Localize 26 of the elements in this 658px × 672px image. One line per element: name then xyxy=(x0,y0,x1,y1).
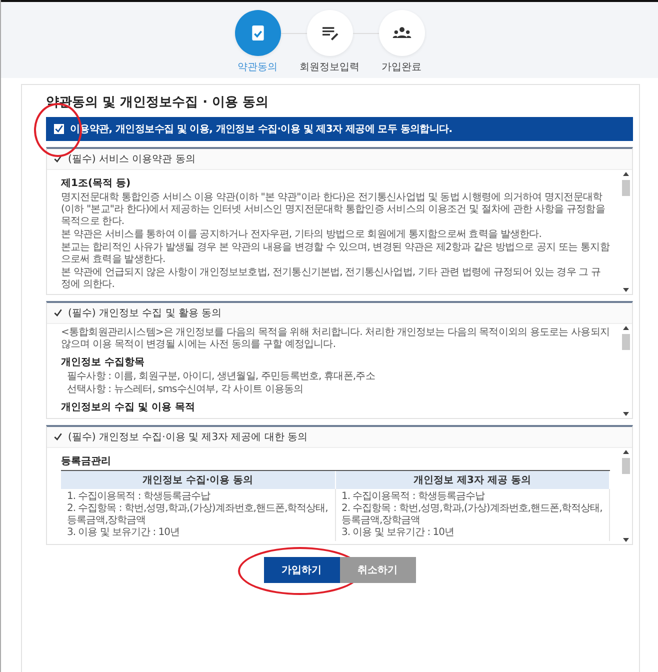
join-button[interactable]: 가입하기 xyxy=(264,557,340,583)
terms-item: 필수사항 : 이름, 회원구분, 아이디, 생년월일, 주민등록번호, 휴대폰,주소 xyxy=(66,371,376,383)
terms-item: 선택사항 : 뉴스레터, sms수신여부, 각 사이트 이용동의 xyxy=(66,384,304,396)
terms-paragraph: 본 약관은 서비스를 통하여 이를 공지하거나 전자우편, 기타의 방법으로 회원에게 통지함으로써 효력을 발생한다. xyxy=(61,229,543,241)
section-heading: 등록금관리 xyxy=(61,455,112,468)
step-label: 가입완료 xyxy=(382,61,422,74)
terms-paragraph: 본 약관에 언급되지 않은 사항이 개인정보보호법, 전기통신기본법, 전기통신사업법, 기타 관련 법령에 규정되어 있는 경우 그 규정에 의한다. xyxy=(61,267,602,291)
terms-paragraph: <통합회원관리시스템>은 개인정보를 다음의 목적을 위해 처리합니다. 처리한 개인정보는 다음의 목적이외의 용도로는 사용되지 않으며 이용 목적이 변경될 시에는 사전 동의를 구할 예정입니다. xyxy=(61,327,610,351)
cell-text: 1. 수집이용목적 : 학생등록금수납 xyxy=(342,491,486,503)
section-heading: 개인정보 수집항목 xyxy=(61,356,146,369)
step-label: 약관동의 xyxy=(238,61,278,74)
cell-text: 2. 수집항목 : 학번,성명,학과,(가상)계좌번호,핸드폰,학적상태,등록금액,장학금액 xyxy=(67,503,328,527)
section-label: (필수) 개인정보 수집 및 활용 동의 xyxy=(68,307,222,320)
section-label: (필수) 서비스 이용약관 동의 xyxy=(68,153,196,166)
table-header-cell: 개인정보 제3자 제공 동의 xyxy=(336,471,610,489)
terms-paragraph: 본교는 합리적인 사유가 발생될 경우 본 약관의 내용을 변경할 수 있으며, 변경된 약관은 제2항과 같은 방법으로 공지 또는 통지함으로써 효력을 발생한다. xyxy=(61,242,610,266)
section-label: (필수) 개인정보 수집·이용 및 제3자 제공에 대한 동의 xyxy=(68,431,308,444)
cell-text: 3. 이용 및 보유기간 : 10년 xyxy=(342,527,456,539)
section-heading: 제1조(목적 등) xyxy=(61,177,132,190)
cell-text: 3. 이용 및 보유기간 : 10년 xyxy=(67,527,181,539)
cell-text: 2. 수집항목 : 학번,성명,학과,(가상)계좌번호,핸드폰,학적상태,등록금액,장학금액 xyxy=(342,503,603,527)
cell-text: 1. 수집이용목적 : 학생등록금수납 xyxy=(67,491,212,503)
section-heading: 개인정보의 수집 및 이용 목적 xyxy=(61,401,196,414)
table-header-cell: 개인정보 수집·이용 동의 xyxy=(61,471,336,489)
step-label: 회원정보입력 xyxy=(300,61,360,74)
terms-paragraph: 명지전문대학 통합인증 서비스 이용 약관(이하 "본 약관"이라 한다)은 전기통신사업법 및 동법 시행령에 의거하여 명지전문대학(이하 "본교"라 한다)에서 제공하는 인터넷 서비스인 명지전문대학 통합인증 서비스의 이용조건 및 절차에 관한 사항을 규정함을 목적으로 한다. xyxy=(61,192,606,228)
